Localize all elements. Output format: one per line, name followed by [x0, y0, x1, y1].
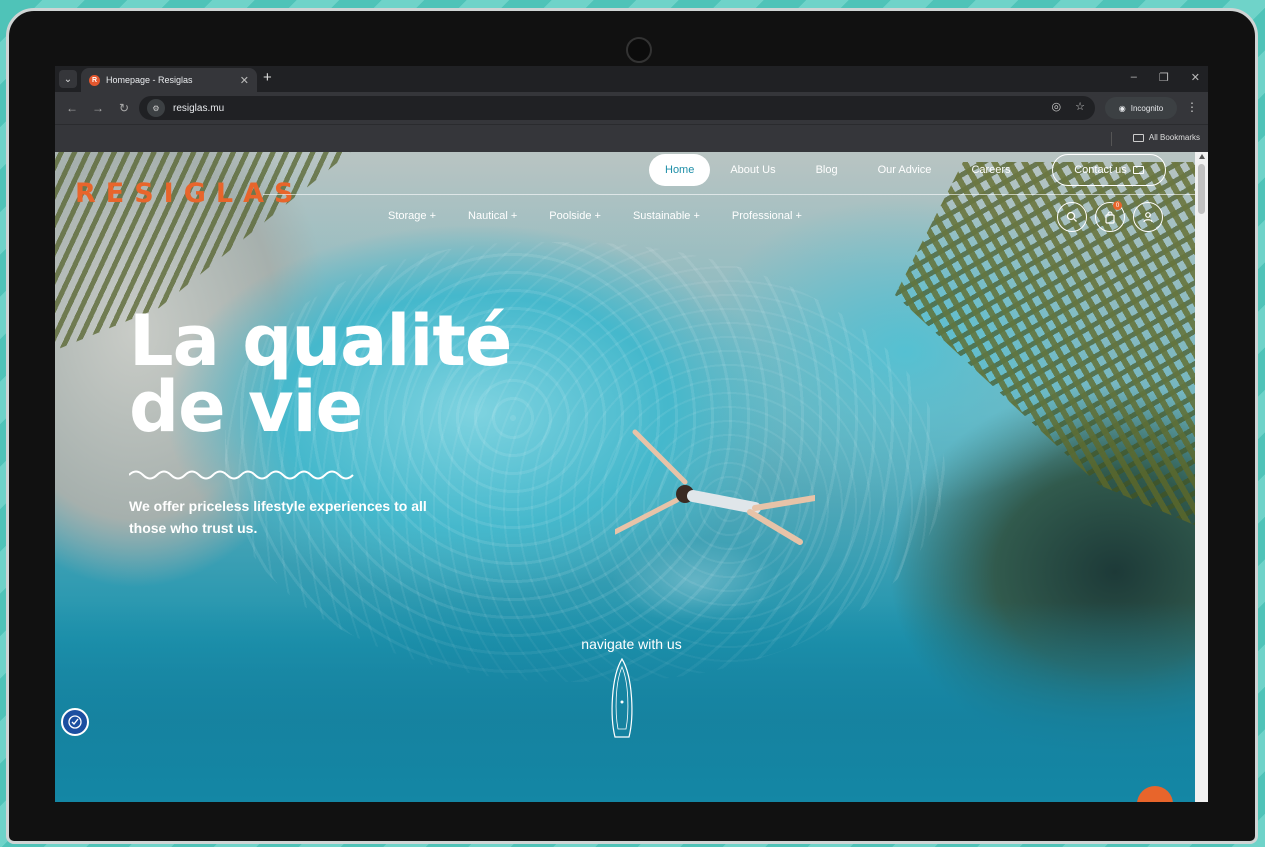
contact-us-label: Contact us: [1074, 164, 1127, 176]
tab-search-button[interactable]: ⌄: [59, 70, 77, 88]
folder-icon: [1132, 133, 1144, 142]
eye-off-icon[interactable]: ◎: [1052, 100, 1062, 113]
page-scrollbar[interactable]: [1195, 152, 1208, 802]
nav-blog[interactable]: Blog: [796, 154, 858, 186]
all-bookmarks-label: All Bookmarks: [1148, 133, 1200, 142]
tab-bar: ⌄ R Homepage - Resiglas ✕ + – ❐ ✕: [55, 66, 1208, 92]
incognito-badge[interactable]: ◉ Incognito: [1105, 97, 1177, 119]
hero-title: La qualité de vie: [129, 306, 512, 442]
nav-storage[interactable]: Storage +: [388, 210, 436, 222]
search-icon: [1066, 211, 1077, 222]
star-bookmark-icon[interactable]: ☆: [1075, 100, 1085, 113]
restore-icon[interactable]: ❐: [1159, 71, 1169, 84]
nav-nautical[interactable]: Nautical +: [468, 210, 517, 222]
bookmarks-bar: All Bookmarks: [55, 124, 1208, 152]
tab-title: Homepage - Resiglas: [106, 75, 193, 85]
accessibility-button[interactable]: [61, 708, 89, 736]
bookmarks-divider: [1111, 132, 1112, 146]
cart-button[interactable]: 0: [1095, 201, 1125, 232]
nav-professional[interactable]: Professional +: [732, 210, 802, 222]
url-text: resiglas.mu: [173, 102, 225, 114]
search-button[interactable]: [1057, 202, 1087, 232]
cart-count-badge: 0: [1113, 201, 1122, 210]
nav-about-us[interactable]: About Us: [710, 154, 795, 186]
accessibility-icon: [68, 715, 82, 729]
nav-sustainable[interactable]: Sustainable +: [633, 210, 700, 222]
browser-toolbar: ← → ↻ ⚙ resiglas.mu ◎ ☆ ◉ Incognito ⋮: [55, 92, 1208, 124]
menu-kebab-icon[interactable]: ⋮: [1186, 100, 1198, 114]
contact-us-button[interactable]: Contact us: [1052, 154, 1166, 186]
nav-our-advice[interactable]: Our Advice: [858, 154, 952, 186]
mail-icon: [1132, 166, 1144, 174]
navigate-with-us-text[interactable]: navigate with us: [55, 636, 1208, 652]
tab-homepage[interactable]: R Homepage - Resiglas ✕: [81, 68, 257, 92]
all-bookmarks-button[interactable]: All Bookmarks: [1132, 133, 1200, 142]
back-arrow-icon[interactable]: ←: [63, 101, 81, 115]
forward-arrow-icon[interactable]: →: [89, 101, 107, 115]
webcam: [626, 37, 652, 63]
address-bar[interactable]: ⚙ resiglas.mu ◎ ☆: [139, 96, 1095, 120]
incognito-label: Incognito: [1130, 103, 1164, 113]
window-controls: – ❐ ✕: [1131, 71, 1200, 84]
site-info-icon[interactable]: ⚙: [147, 99, 165, 117]
page-viewport: RESIGLAS Home About Us Blog Our Advice C…: [55, 152, 1208, 802]
scroll-thumb[interactable]: [1198, 164, 1205, 214]
header-actions: 0: [1057, 201, 1163, 232]
browser-window: ⌄ R Homepage - Resiglas ✕ + – ❐ ✕ ← → ↻ …: [55, 66, 1208, 802]
favicon: R: [89, 74, 100, 86]
wave-divider: [129, 470, 354, 480]
shopping-bag-icon: [1105, 210, 1115, 224]
main-nav: Home About Us Blog Our Advice Careers: [649, 154, 1031, 186]
close-tab-icon[interactable]: ✕: [240, 74, 249, 87]
category-nav: Storage + Nautical + Poolside + Sustaina…: [388, 210, 834, 222]
hero-subtitle: We offer priceless lifestyle experiences…: [129, 498, 427, 536]
hero-title-line2: de vie: [129, 366, 363, 448]
nav-home[interactable]: Home: [649, 154, 711, 186]
boat-icon[interactable]: [607, 657, 637, 743]
close-window-icon[interactable]: ✕: [1191, 71, 1200, 84]
scroll-up-arrow-icon[interactable]: [1199, 154, 1205, 159]
new-tab-button[interactable]: +: [263, 70, 272, 86]
reload-icon[interactable]: ↻: [115, 101, 133, 115]
nav-careers[interactable]: Careers: [951, 154, 1030, 186]
incognito-icon: ◉: [1118, 103, 1126, 113]
nav-poolside[interactable]: Poolside +: [549, 210, 601, 222]
user-icon: [1143, 212, 1153, 223]
header-divider: [263, 194, 1208, 195]
swimmer-figure: [615, 429, 815, 545]
account-button[interactable]: [1133, 202, 1163, 232]
minimize-icon[interactable]: –: [1131, 71, 1137, 84]
